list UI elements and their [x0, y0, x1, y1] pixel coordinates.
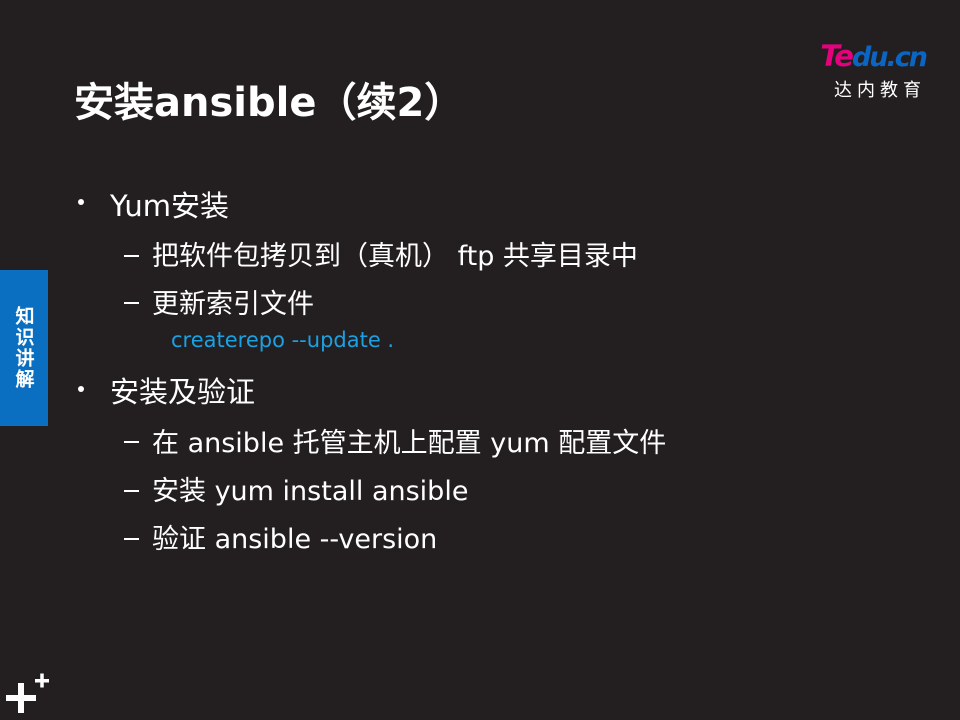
- sub-bullet-item: 在 ansible 托管主机上配置 yum 配置文件: [152, 428, 667, 459]
- bullet-dot: [78, 199, 84, 205]
- code-snippet: createrepo --update .: [171, 328, 395, 352]
- sub-bullet-item: 验证 ansible --version: [152, 524, 438, 555]
- bullet-item: 安装及验证: [110, 375, 256, 409]
- sub-bullet-dash: [124, 302, 139, 304]
- sub-bullet-dash: [124, 441, 139, 443]
- slide-content: Yum安装 把软件包拷贝到（真机） ftp 共享目录中 更新索引文件 creat…: [0, 0, 960, 720]
- bullet-dot: [78, 386, 84, 392]
- sub-bullet-item: 把软件包拷贝到（真机） ftp 共享目录中: [152, 241, 638, 272]
- plus-decoration-icon: [6, 673, 49, 713]
- sub-bullet-dash: [124, 490, 139, 492]
- sub-bullet-item: 安装 yum install ansible: [152, 476, 469, 507]
- sub-bullet-dash: [124, 538, 139, 540]
- sub-bullet-dash: [124, 255, 139, 257]
- bullet-item: Yum安装: [110, 189, 230, 223]
- sub-bullet-item: 更新索引文件: [152, 289, 314, 320]
